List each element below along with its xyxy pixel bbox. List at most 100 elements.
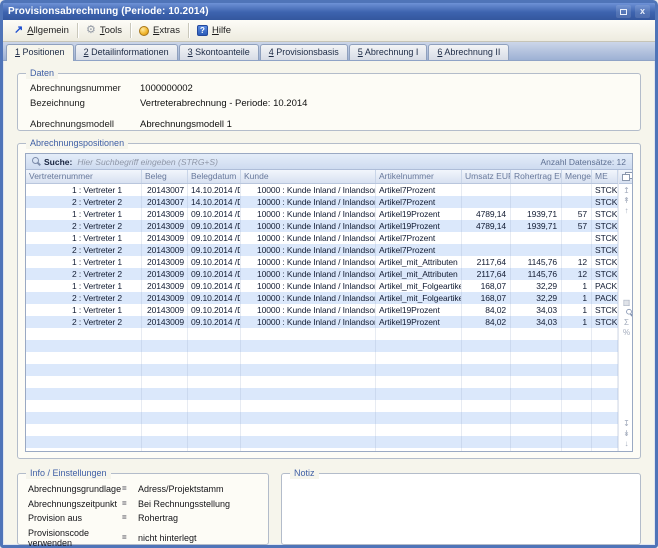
menu-allgemein-label: Allgemein [27, 25, 69, 36]
cell-umsatz [462, 400, 511, 412]
scroll-top-icon[interactable]: ↥ [623, 186, 630, 195]
menu-allgemein[interactable]: ↗ Allgemein [7, 23, 76, 38]
cell-menge [562, 448, 592, 451]
cell-vertreternummer [26, 388, 142, 400]
table-row-empty[interactable] [26, 412, 618, 424]
table-row[interactable]: 1 : Vertreter 1 20143009 09.10.2014 /Do … [26, 304, 618, 316]
restore-button[interactable] [616, 5, 631, 18]
tab-abrechnung-1[interactable]: 5 Abrechnung I [349, 44, 428, 60]
table-row-empty[interactable] [26, 340, 618, 352]
cell-beleg: 20143009 [142, 256, 188, 268]
tab-skontoanteile[interactable]: 3 Skontoanteile [179, 44, 259, 60]
sum-icon[interactable]: Σ [624, 318, 629, 327]
table-row[interactable]: 2 : Vertreter 2 20143009 09.10.2014 /Do … [26, 220, 618, 232]
table-row-empty[interactable] [26, 388, 618, 400]
cell-rohertrag [511, 424, 562, 436]
table-row[interactable]: 2 : Vertreter 2 20143007 14.10.2014 /Di … [26, 196, 618, 208]
column-header-belegdatum[interactable]: Belegdatum [188, 170, 241, 183]
search-input[interactable]: Hier Suchbegriff eingeben (STRG+S) [77, 157, 540, 167]
menu-tools[interactable]: ⚙ Tools [79, 23, 129, 38]
percent-icon[interactable]: % [623, 328, 630, 337]
table-row-empty[interactable] [26, 328, 618, 340]
cell-beleg [142, 436, 188, 448]
cell-rohertrag [511, 364, 562, 376]
column-header-vertreternummer[interactable]: Vertreternummer [26, 170, 142, 183]
cell-me: STCK [592, 232, 618, 244]
cell-me: STCK [592, 256, 618, 268]
table-row-empty[interactable] [26, 400, 618, 412]
up-icon[interactable]: ↑ [624, 206, 628, 215]
cell-rohertrag [511, 184, 562, 196]
table-row[interactable]: 2 : Vertreter 2 20143009 09.10.2014 /Do … [26, 292, 618, 304]
cell-beleg [142, 400, 188, 412]
columns-icon[interactable]: ▥ [623, 298, 631, 307]
table-row[interactable]: 1 : Vertreter 1 20143007 14.10.2014 /Di … [26, 184, 618, 196]
column-header-me[interactable]: ME [592, 170, 618, 183]
tabbar: 1 Positionen 2 Detailinformationen 3 Sko… [3, 42, 655, 61]
table-row-empty[interactable] [26, 448, 618, 451]
cell-menge: 1 [562, 304, 592, 316]
table-row[interactable]: 2 : Vertreter 2 20143009 09.10.2014 /Do … [26, 244, 618, 256]
column-header-umsatz[interactable]: Umsatz EUR [462, 170, 511, 183]
column-header-beleg[interactable]: Beleg [142, 170, 188, 183]
field-abrechnungsmodell: Abrechnungsmodell Abrechnungsmodell 1 [30, 119, 628, 131]
table-row-empty[interactable] [26, 352, 618, 364]
cell-menge: 12 [562, 268, 592, 280]
positions-caption: Abrechnungspositionen [26, 137, 128, 149]
row-down-icon[interactable]: ↡ [623, 429, 630, 438]
cell-kunde [241, 340, 376, 352]
tab-detailinformationen[interactable]: 2 Detailinformationen [75, 44, 178, 60]
help-icon: ? [197, 25, 208, 36]
cell-rohertrag [511, 400, 562, 412]
cell-rohertrag [511, 352, 562, 364]
table-row[interactable]: 1 : Vertreter 1 20143009 09.10.2014 /Do … [26, 280, 618, 292]
cell-umsatz: 168,07 [462, 292, 511, 304]
cell-me: STCK [592, 268, 618, 280]
down-icon[interactable]: ↓ [624, 439, 628, 448]
table-row-empty[interactable] [26, 424, 618, 436]
search-icon [32, 157, 42, 167]
table-row[interactable]: 2 : Vertreter 2 20143009 09.10.2014 /Do … [26, 268, 618, 280]
column-header-rohertrag[interactable]: Rohertrag EUR [511, 170, 562, 183]
table-row-empty[interactable] [26, 364, 618, 376]
scroll-bottom-icon[interactable]: ↧ [623, 419, 630, 428]
column-header-kunde[interactable]: Kunde [241, 170, 376, 183]
cell-rohertrag [511, 244, 562, 256]
notiz-groupbox[interactable]: Notiz [281, 473, 641, 545]
cell-beleg [142, 364, 188, 376]
cell-belegdatum: 09.10.2014 /Do [188, 292, 241, 304]
menu-hilfe[interactable]: ? Hilfe [190, 23, 238, 38]
cell-belegdatum [188, 352, 241, 364]
window-buttons: x [616, 5, 650, 18]
cell-belegdatum: 09.10.2014 /Do [188, 232, 241, 244]
table-row[interactable]: 1 : Vertreter 1 20143009 09.10.2014 /Do … [26, 208, 618, 220]
cell-kunde [241, 448, 376, 451]
tab-provisionsbasis[interactable]: 4 Provisionsbasis [260, 44, 348, 60]
column-header-artikelnummer[interactable]: Artikelnummer [376, 170, 462, 183]
tab-positionen[interactable]: 1 Positionen [6, 44, 74, 61]
cell-beleg: 20143009 [142, 292, 188, 304]
cell-beleg [142, 388, 188, 400]
table-row-empty[interactable] [26, 436, 618, 448]
grid-search-bar[interactable]: Suche: Hier Suchbegriff eingeben (STRG+S… [26, 154, 632, 170]
daten-caption: Daten [26, 67, 58, 79]
table-row[interactable]: 1 : Vertreter 1 20143009 09.10.2014 /Do … [26, 256, 618, 268]
daten-groupbox: Daten Abrechnungsnummer 1000000002 Bezei… [17, 73, 641, 131]
cell-rohertrag: 32,29 [511, 280, 562, 292]
cell-rohertrag: 1939,71 [511, 220, 562, 232]
close-button[interactable]: x [635, 5, 650, 18]
tab-abrechnung-2[interactable]: 6 Abrechnung II [428, 44, 509, 60]
search-tool-icon[interactable] [626, 308, 628, 315]
row-up-icon[interactable]: ↟ [623, 196, 630, 205]
select-columns-button[interactable] [619, 170, 632, 184]
cell-vertreternummer: 2 : Vertreter 2 [26, 316, 142, 328]
table-row[interactable]: 1 : Vertreter 1 20143009 09.10.2014 /Do … [26, 232, 618, 244]
equals-icon: = [122, 533, 138, 543]
menu-extras[interactable]: Extras [132, 23, 187, 38]
table-row[interactable]: 2 : Vertreter 2 20143009 09.10.2014 /Do … [26, 316, 618, 328]
cell-kunde: 10000 : Kunde Inland / Inlandsort [241, 208, 376, 220]
column-header-menge[interactable]: Menge [562, 170, 592, 183]
cell-kunde [241, 328, 376, 340]
table-row-empty[interactable] [26, 376, 618, 388]
cell-kunde [241, 412, 376, 424]
